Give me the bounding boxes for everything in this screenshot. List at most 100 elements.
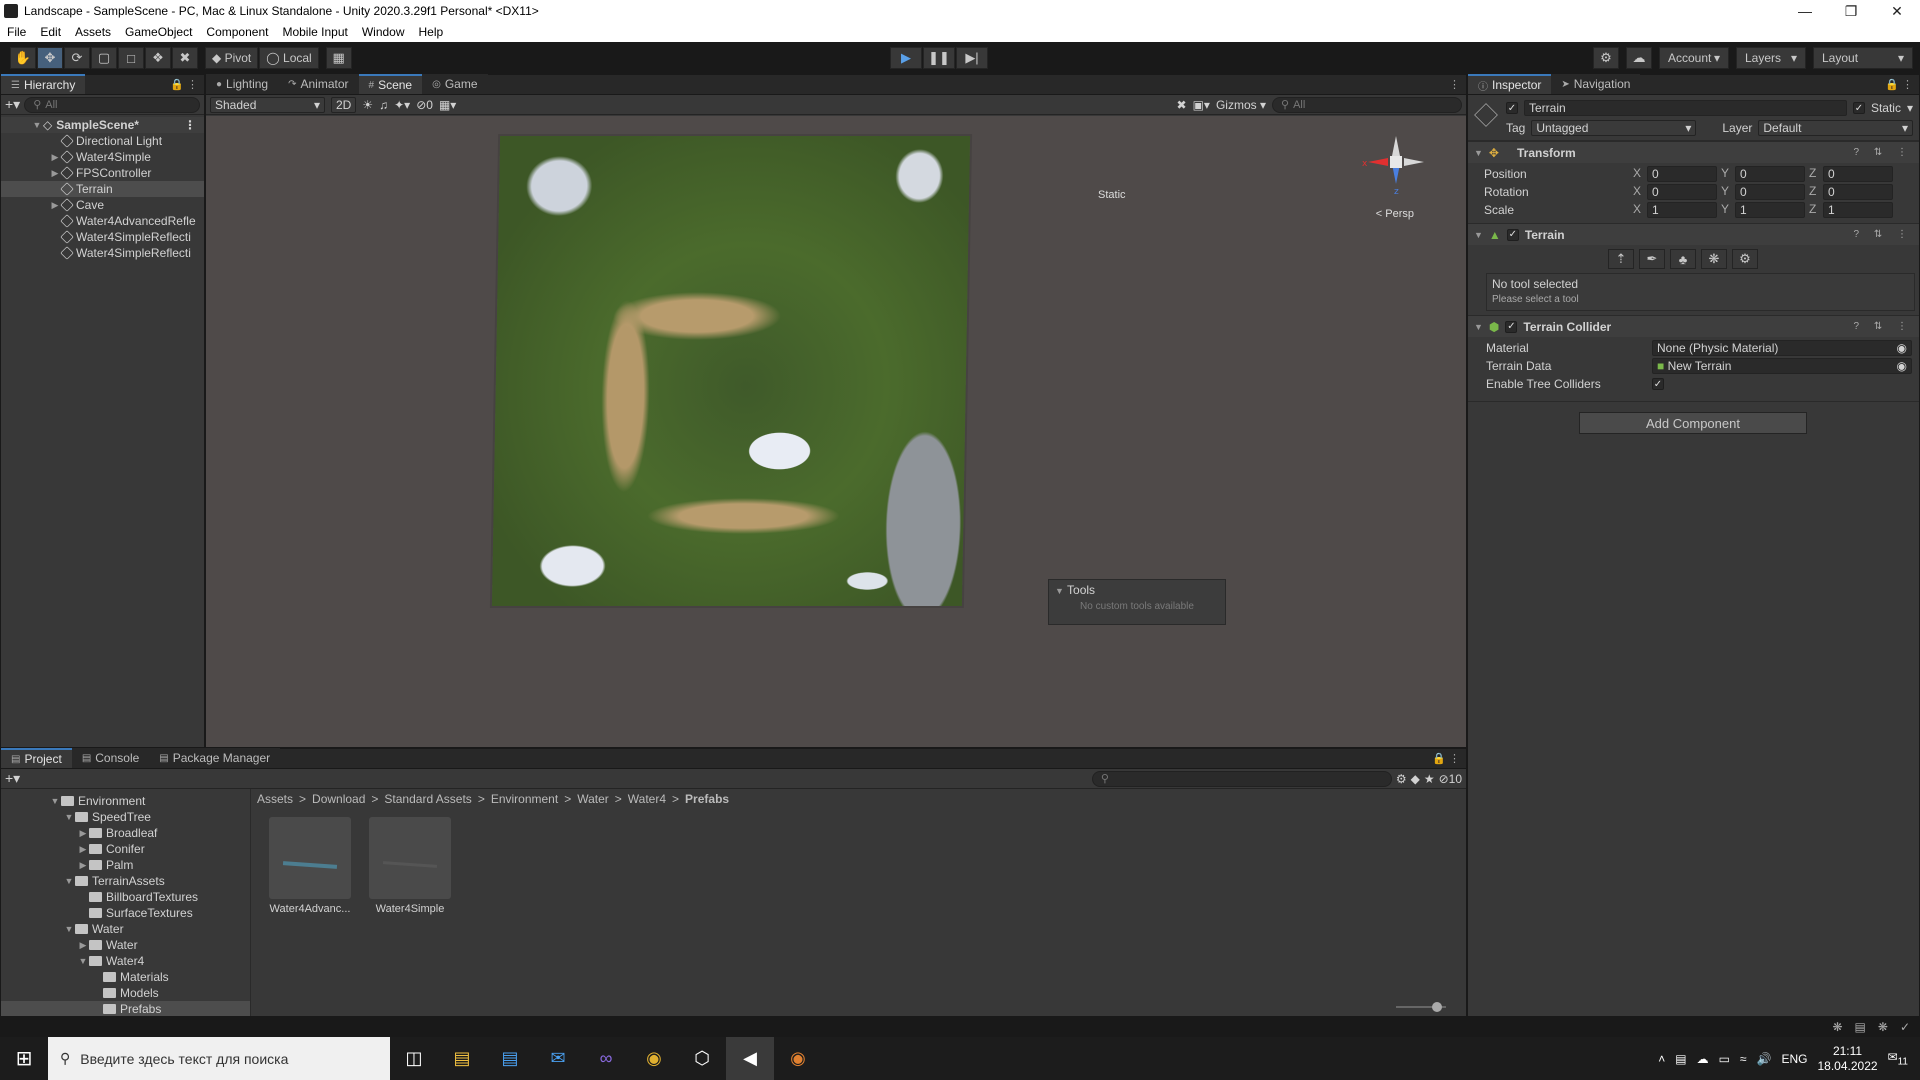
tab-console[interactable]: ▤ Console xyxy=(71,748,150,768)
transform-header[interactable]: ▼ ✥ Transform ? ⇅ ⋮ xyxy=(1468,141,1919,163)
paint-tree-icon[interactable]: ♣ xyxy=(1670,249,1696,269)
chevron-right-icon[interactable]: ▶ xyxy=(49,200,61,211)
lock-icon[interactable]: 🔒 ⋮ xyxy=(1885,78,1913,91)
hand-tool-icon[interactable]: ✋ xyxy=(10,47,36,69)
gizmos-dropdown[interactable]: Gizmos ▾ xyxy=(1216,98,1266,112)
hierarchy-item[interactable]: Directional Light xyxy=(1,133,204,149)
menu-mobile-input[interactable]: Mobile Input xyxy=(275,25,354,39)
folder-item[interactable]: BillboardTextures xyxy=(1,889,250,905)
menu-window[interactable]: Window xyxy=(355,25,412,39)
tag-dropdown[interactable]: Untagged ▾ xyxy=(1531,120,1697,136)
menu-edit[interactable]: Edit xyxy=(33,25,68,39)
chrome-icon[interactable]: ◉ xyxy=(630,1037,678,1080)
folder-item[interactable]: ▼ Water xyxy=(1,921,250,937)
menu-assets[interactable]: Assets xyxy=(68,25,118,39)
tab-package-manager[interactable]: ▤ Package Manager xyxy=(149,748,281,768)
menu-gameobject[interactable]: GameObject xyxy=(118,25,199,39)
terrain-mesh[interactable] xyxy=(491,136,971,606)
chevron-down-icon[interactable]: ▼ xyxy=(63,924,75,934)
folder-item[interactable]: Prefabs xyxy=(1,1001,250,1016)
raise-terrain-icon[interactable]: ⇡ xyxy=(1608,249,1634,269)
folder-item[interactable]: ▶ Broadleaf xyxy=(1,825,250,841)
mail-icon[interactable]: ✉ xyxy=(534,1037,582,1080)
debug-icon[interactable]: ❋ xyxy=(1878,1020,1888,1034)
folder-item[interactable]: Models xyxy=(1,985,250,1001)
pivot-toggle[interactable]: ◆ Pivot xyxy=(205,47,259,69)
layout-dropdown[interactable]: Layout ▾ xyxy=(1813,47,1913,69)
persp-label[interactable]: < Persp xyxy=(1376,208,1414,220)
folder-item[interactable]: Materials xyxy=(1,969,250,985)
unity-editor-icon[interactable]: ◀ xyxy=(726,1037,774,1080)
asset-tile[interactable]: Water4Advanc... xyxy=(269,817,351,915)
rotation-z-input[interactable]: 0 xyxy=(1823,184,1893,200)
tree-colliders-checkbox[interactable]: ✓ xyxy=(1652,378,1664,390)
tab-game[interactable]: ◎ Game xyxy=(422,74,488,94)
object-picker-icon[interactable]: ◉ xyxy=(1897,341,1907,355)
add-component-button[interactable]: Add Component xyxy=(1579,412,1807,434)
visual-studio-icon[interactable]: ∞ xyxy=(582,1037,630,1080)
terrain-settings-icon[interactable]: ⚙ xyxy=(1732,249,1758,269)
chevron-right-icon[interactable]: ▶ xyxy=(49,168,61,179)
folder-item[interactable]: SurfaceTextures xyxy=(1,905,250,921)
layer-dropdown[interactable]: Default ▾ xyxy=(1758,120,1913,136)
rotate-tool-icon[interactable]: ⟳ xyxy=(64,47,90,69)
chevron-right-icon[interactable]: ▶ xyxy=(77,828,89,839)
folder-item[interactable]: ▼ SpeedTree xyxy=(1,809,250,825)
effects-toggle-icon[interactable]: ✦▾ xyxy=(394,98,410,112)
static-checkbox[interactable]: ✓ xyxy=(1852,102,1865,114)
collider-enabled-checkbox[interactable]: ✓ xyxy=(1505,320,1518,333)
battery-icon[interactable]: ▭ xyxy=(1719,1052,1730,1066)
chevron-down-icon[interactable]: ▼ xyxy=(31,120,43,130)
cache-icon[interactable]: ▤ xyxy=(1855,1020,1866,1034)
position-z-input[interactable]: 0 xyxy=(1823,166,1893,182)
mode-2d-toggle[interactable]: 2D xyxy=(331,96,357,113)
account-dropdown[interactable]: Account ▾ xyxy=(1659,47,1729,69)
component-menu-icon[interactable]: ? ⇅ ⋮ xyxy=(1854,147,1914,158)
terrain-enabled-checkbox[interactable]: ✓ xyxy=(1506,228,1519,241)
breadcrumb-segment[interactable]: Water xyxy=(577,792,609,806)
scene-root[interactable]: ▼ ◇ SampleScene* ⋮ xyxy=(1,117,204,133)
hierarchy-item[interactable]: Water4SimpleReflecti xyxy=(1,245,204,261)
auto-generate-icon[interactable]: ❋ xyxy=(1832,1020,1842,1034)
hierarchy-item-selected[interactable]: Terrain xyxy=(1,181,204,197)
terrain-data-field[interactable]: ■ New Terrain ◉ xyxy=(1652,358,1912,374)
object-name-input[interactable]: Terrain xyxy=(1524,100,1847,116)
breadcrumb-segment[interactable]: Assets xyxy=(257,792,293,806)
component-menu-icon[interactable]: ? ⇅ ⋮ xyxy=(1854,229,1914,240)
chevron-right-icon[interactable]: ▶ xyxy=(77,844,89,855)
play-button[interactable]: ▶ xyxy=(890,47,922,69)
project-search-input[interactable]: ⚲ xyxy=(1091,770,1392,787)
audio-toggle-icon[interactable]: ♫ xyxy=(379,98,388,112)
filter-type-icon[interactable]: ⚙ xyxy=(1396,772,1407,786)
hierarchy-item[interactable]: Water4SimpleReflecti xyxy=(1,229,204,245)
folder-item[interactable]: ▼ Environment xyxy=(1,793,250,809)
favorite-icon[interactable]: ★ xyxy=(1424,772,1435,786)
notification-icon[interactable]: ✉11 xyxy=(1888,1050,1908,1067)
more-icon[interactable]: ⋮ xyxy=(184,118,196,132)
camera-icon[interactable]: ▣▾ xyxy=(1193,98,1210,112)
chevron-down-icon[interactable]: ▼ xyxy=(49,796,61,806)
folder-item[interactable]: ▶ Water xyxy=(1,937,250,953)
chevron-down-icon[interactable]: ▼ xyxy=(63,876,75,886)
component-menu-icon[interactable]: ? ⇅ ⋮ xyxy=(1854,321,1914,332)
scene-viewport[interactable]: Static x z < Persp ▼ Tools No custom too… xyxy=(206,116,1466,747)
blender-icon[interactable]: ◉ xyxy=(774,1037,822,1080)
wifi-icon[interactable]: ≈ xyxy=(1740,1052,1747,1066)
move-tool-icon[interactable]: ✥ xyxy=(37,47,63,69)
pause-button[interactable]: ❚❚ xyxy=(923,47,955,69)
chevron-down-icon[interactable]: ▼ xyxy=(1474,148,1483,158)
chevron-up-icon[interactable]: ˄ xyxy=(1658,1052,1665,1066)
clock[interactable]: 21:11 18.04.2022 xyxy=(1817,1044,1877,1074)
paint-details-icon[interactable]: ❋ xyxy=(1701,249,1727,269)
transform-tool-icon[interactable]: ❖ xyxy=(145,47,171,69)
scale-z-input[interactable]: 1 xyxy=(1823,202,1893,218)
chevron-right-icon[interactable]: ▶ xyxy=(49,152,61,163)
grid-toggle-icon[interactable]: ▦▾ xyxy=(439,98,456,112)
step-button[interactable]: ▶| xyxy=(956,47,988,69)
chevron-down-icon[interactable]: ▼ xyxy=(63,812,75,822)
object-picker-icon[interactable]: ◉ xyxy=(1897,359,1907,373)
volume-icon[interactable]: 🔊 xyxy=(1757,1052,1772,1066)
folder-item[interactable]: ▼ Water4 xyxy=(1,953,250,969)
add-button[interactable]: +▾ xyxy=(5,96,20,113)
menu-file[interactable]: File xyxy=(0,25,33,39)
